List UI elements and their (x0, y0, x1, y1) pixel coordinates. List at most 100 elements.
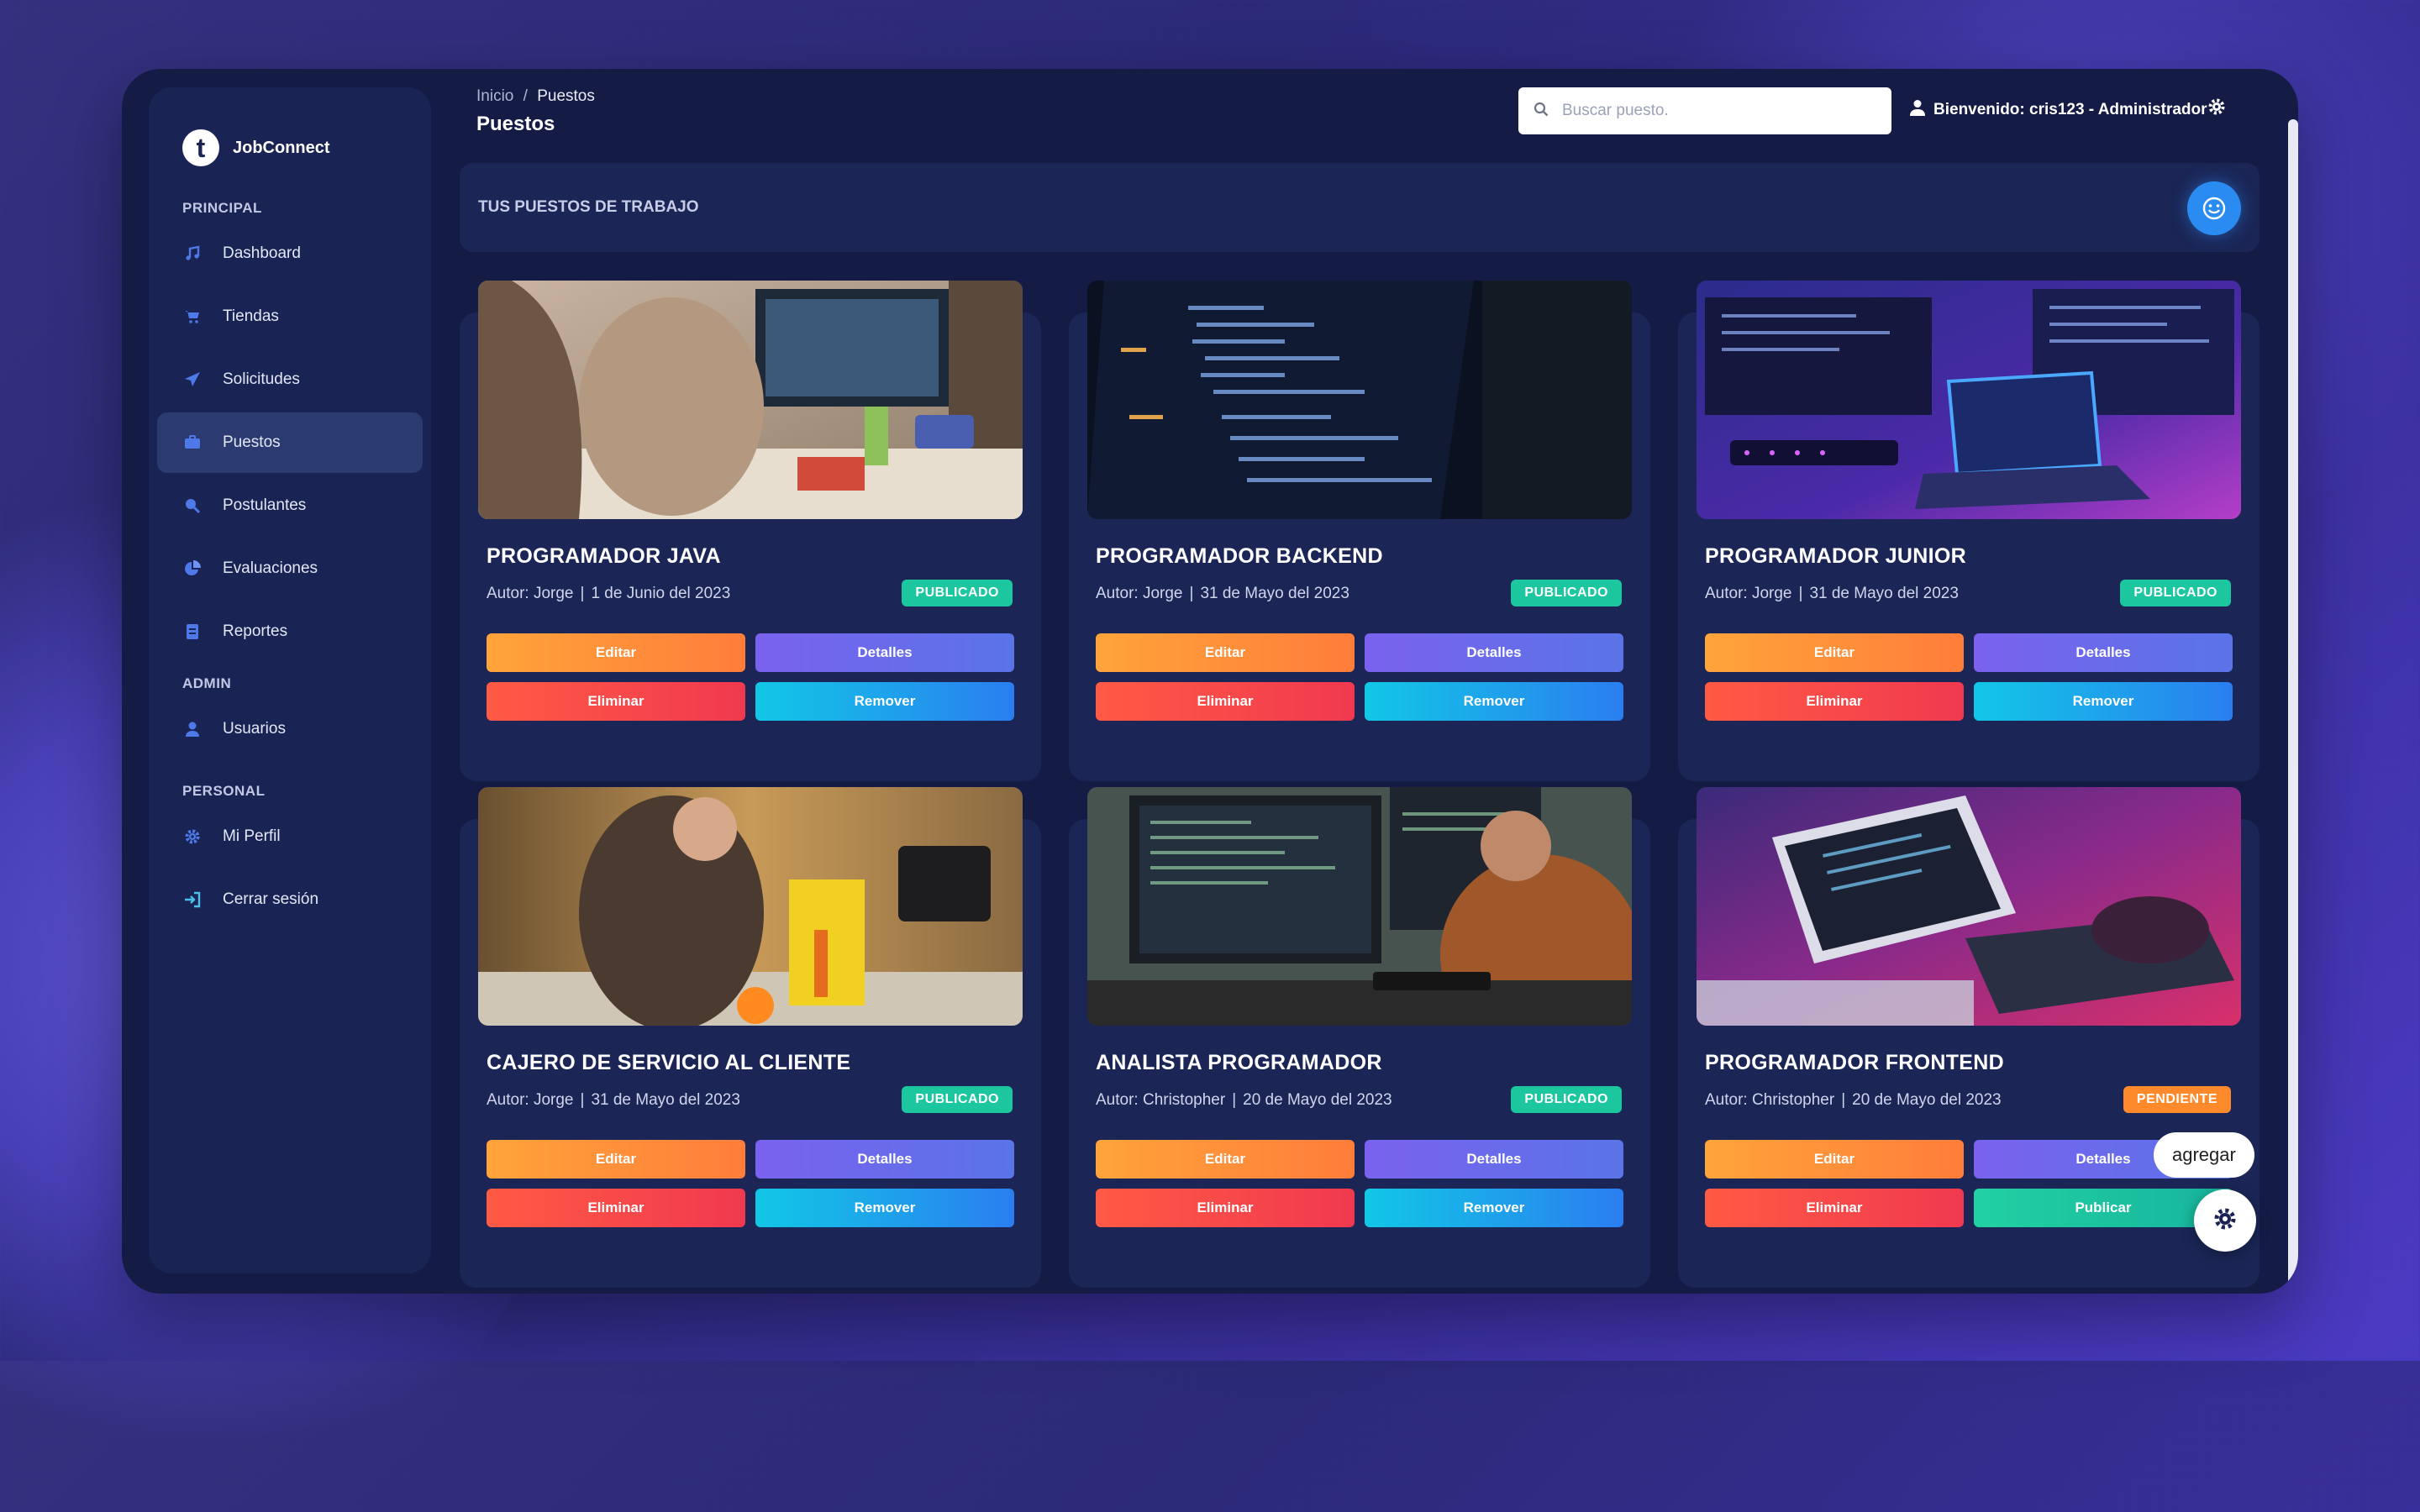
details-button[interactable]: Detalles (1974, 633, 2233, 672)
job-date: 20 de Mayo del 2023 (1243, 1091, 1392, 1109)
sidebar-item-cerrar-sesion[interactable]: Cerrar sesión (157, 869, 423, 930)
sidebar-item-label: Puestos (223, 433, 281, 451)
remove-button[interactable]: Remover (1974, 682, 2233, 721)
delete-button[interactable]: Eliminar (487, 682, 745, 721)
breadcrumb-home[interactable]: Inicio (476, 87, 513, 105)
sidebar-item-label: Dashboard (223, 244, 301, 262)
remove-button[interactable]: Remover (755, 682, 1014, 721)
sidebar-item-label: Usuarios (223, 720, 286, 738)
sidebar-item-puestos[interactable]: Puestos (157, 412, 423, 473)
details-button[interactable]: Detalles (1365, 1140, 1623, 1179)
brand-name: JobConnect (233, 138, 330, 157)
job-meta: Autor: Jorge | 31 de Mayo del 2023 (487, 1091, 740, 1109)
job-date: 1 de Junio del 2023 (591, 585, 731, 602)
sidebar-item-mi-perfil[interactable]: Mi Perfil (157, 806, 423, 867)
delete-button[interactable]: Eliminar (1096, 682, 1355, 721)
sidebar-item-label: Cerrar sesión (223, 890, 319, 908)
status-badge: PUBLICADO (1511, 1086, 1622, 1113)
sidebar-item-label: Postulantes (223, 496, 307, 514)
job-title: PROGRAMADOR FRONTEND (1705, 1051, 2004, 1074)
edit-button[interactable]: Editar (487, 1140, 745, 1179)
welcome-text: Bienvenido: cris123 - Administrador (1933, 101, 2207, 118)
music-note-icon (182, 245, 203, 262)
add-tooltip: agregar (2154, 1132, 2254, 1178)
delete-button[interactable]: Eliminar (1096, 1189, 1355, 1227)
job-title: PROGRAMADOR JUNIOR (1705, 544, 1966, 568)
floating-settings-button[interactable] (2194, 1189, 2256, 1252)
job-card: CAJERO DE SERVICIO AL CLIENTE Autor: Jor… (460, 787, 1041, 1288)
job-author: Autor: Christopher (1096, 1091, 1226, 1109)
job-author: Autor: Jorge (487, 585, 574, 602)
sidebar-item-postulantes[interactable]: Postulantes (157, 475, 423, 536)
job-card: ANALISTA PROGRAMADOR Autor: Christopher |… (1069, 787, 1650, 1288)
sidebar-item-solicitudes[interactable]: Solicitudes (157, 349, 423, 410)
user-icon (182, 721, 203, 738)
edit-button[interactable]: Editar (1705, 633, 1964, 672)
job-card: PROGRAMADOR FRONTEND Autor: Christopher |… (1678, 787, 2260, 1288)
details-button[interactable]: Detalles (755, 1140, 1014, 1179)
job-card: PROGRAMADOR JAVA Autor: Jorge | 1 de Junio… (460, 281, 1041, 781)
user-welcome[interactable]: Bienvenido: cris123 - Administrador (1910, 99, 2207, 121)
search-box[interactable] (1518, 87, 1891, 134)
section-principal: PRINCIPAL (182, 200, 262, 216)
job-title: CAJERO DE SERVICIO AL CLIENTE (487, 1051, 851, 1074)
sidebar: t JobConnect PRINCIPAL Dashboard Tiendas… (149, 87, 431, 1273)
job-date: 20 de Mayo del 2023 (1852, 1091, 2002, 1109)
delete-button[interactable]: Eliminar (487, 1189, 745, 1227)
edit-button[interactable]: Editar (487, 633, 745, 672)
search-person-icon (182, 497, 203, 514)
job-meta: Autor: Jorge | 1 de Junio del 2023 (487, 585, 731, 602)
job-photo (1087, 787, 1632, 1026)
job-meta: Autor: Christopher | 20 de Mayo del 2023 (1096, 1091, 1392, 1109)
edit-button[interactable]: Editar (1096, 1140, 1355, 1179)
app-window: t JobConnect PRINCIPAL Dashboard Tiendas… (122, 69, 2298, 1294)
section-personal: PERSONAL (182, 783, 266, 799)
status-badge: PENDIENTE (2123, 1086, 2231, 1113)
remove-button[interactable]: Remover (755, 1189, 1014, 1227)
details-button[interactable]: Detalles (755, 633, 1014, 672)
sidebar-item-label: Evaluaciones (223, 559, 318, 577)
cart-icon (182, 308, 203, 325)
details-button[interactable]: Detalles (1365, 633, 1623, 672)
job-meta: Autor: Jorge | 31 de Mayo del 2023 (1705, 585, 1959, 602)
job-photo (478, 281, 1023, 519)
brand[interactable]: t JobConnect (182, 129, 330, 166)
job-date: 31 de Mayo del 2023 (1809, 585, 1959, 602)
sidebar-item-label: Solicitudes (223, 370, 300, 388)
job-author: Autor: Christopher (1705, 1091, 1835, 1109)
sidebar-item-usuarios[interactable]: Usuarios (157, 699, 423, 759)
sidebar-item-reportes[interactable]: Reportes (157, 601, 423, 662)
remove-button[interactable]: Remover (1365, 682, 1623, 721)
job-date: 31 de Mayo del 2023 (1200, 585, 1349, 602)
smile-icon[interactable] (2187, 181, 2241, 235)
job-meta: Autor: Jorge | 31 de Mayo del 2023 (1096, 585, 1349, 602)
jobs-panel-header: TUS PUESTOS DE TRABAJO (460, 163, 2260, 252)
edit-button[interactable]: Editar (1096, 633, 1355, 672)
delete-button[interactable]: Eliminar (1705, 1189, 1964, 1227)
edit-button[interactable]: Editar (1705, 1140, 1964, 1179)
gear-icon (2212, 1206, 2238, 1236)
settings-gear-icon[interactable] (2207, 97, 2226, 120)
breadcrumb-current: Puestos (537, 87, 595, 105)
sidebar-item-tiendas[interactable]: Tiendas (157, 286, 423, 347)
job-title: ANALISTA PROGRAMADOR (1096, 1051, 1382, 1074)
search-input[interactable] (1560, 101, 1883, 121)
job-meta: Autor: Christopher | 20 de Mayo del 2023 (1705, 1091, 2002, 1109)
sidebar-item-dashboard[interactable]: Dashboard (157, 223, 423, 284)
job-card: PROGRAMADOR JUNIOR Autor: Jorge | 31 de Ma… (1678, 281, 2260, 781)
job-author: Autor: Jorge (1705, 585, 1792, 602)
delete-button[interactable]: Eliminar (1705, 682, 1964, 721)
sidebar-item-label: Tiendas (223, 307, 279, 325)
breadcrumb-separator: / (523, 87, 528, 105)
status-badge: PUBLICADO (1511, 580, 1622, 606)
sidebar-item-evaluaciones[interactable]: Evaluaciones (157, 538, 423, 599)
job-photo (1087, 281, 1632, 519)
job-title: PROGRAMADOR BACKEND (1096, 544, 1383, 568)
job-author: Autor: Jorge (487, 1091, 574, 1109)
remove-button[interactable]: Remover (1365, 1189, 1623, 1227)
report-icon (182, 623, 203, 640)
panel-title: TUS PUESTOS DE TRABAJO (478, 198, 699, 216)
briefcase-icon (182, 434, 203, 451)
job-date: 31 de Mayo del 2023 (591, 1091, 740, 1109)
page-title: Puestos (476, 113, 555, 135)
